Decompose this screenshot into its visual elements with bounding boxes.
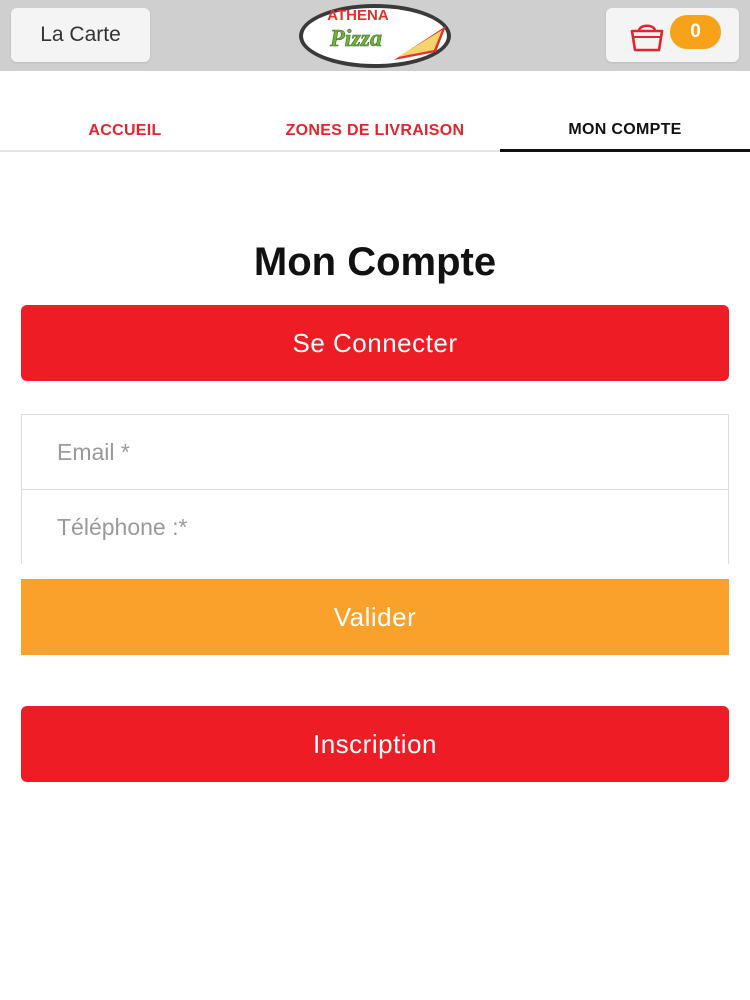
tab-zones-livraison[interactable]: ZONES DE LIVRAISON [250,110,500,152]
phone-field[interactable] [22,490,728,564]
register-button[interactable]: Inscription [21,706,729,782]
tab-mon-compte[interactable]: MON COMPTE [500,110,750,152]
cart-count-badge: 0 [670,15,721,49]
page-title: Mon Compte [253,240,497,284]
svg-text:Pizza: Pizza [329,26,382,52]
nav-tabs: ACCUEIL ZONES DE LIVRAISON MON COMPTE [0,110,750,152]
shopping-bag-icon [630,24,664,52]
cart-button[interactable]: 0 [606,8,739,62]
athena-pizza-logo[interactable]: ATHENA Pizza [296,2,454,70]
tab-accueil[interactable]: ACCUEIL [0,110,250,152]
top-bar: La Carte ATHENA Pizza 0 [0,0,750,71]
menu-button[interactable]: La Carte [11,8,150,62]
submit-button[interactable]: Valider [21,579,729,655]
svg-text:ATHENA: ATHENA [327,7,389,24]
email-field[interactable] [22,415,728,490]
login-button[interactable]: Se Connecter [21,305,729,381]
login-form [21,414,729,564]
